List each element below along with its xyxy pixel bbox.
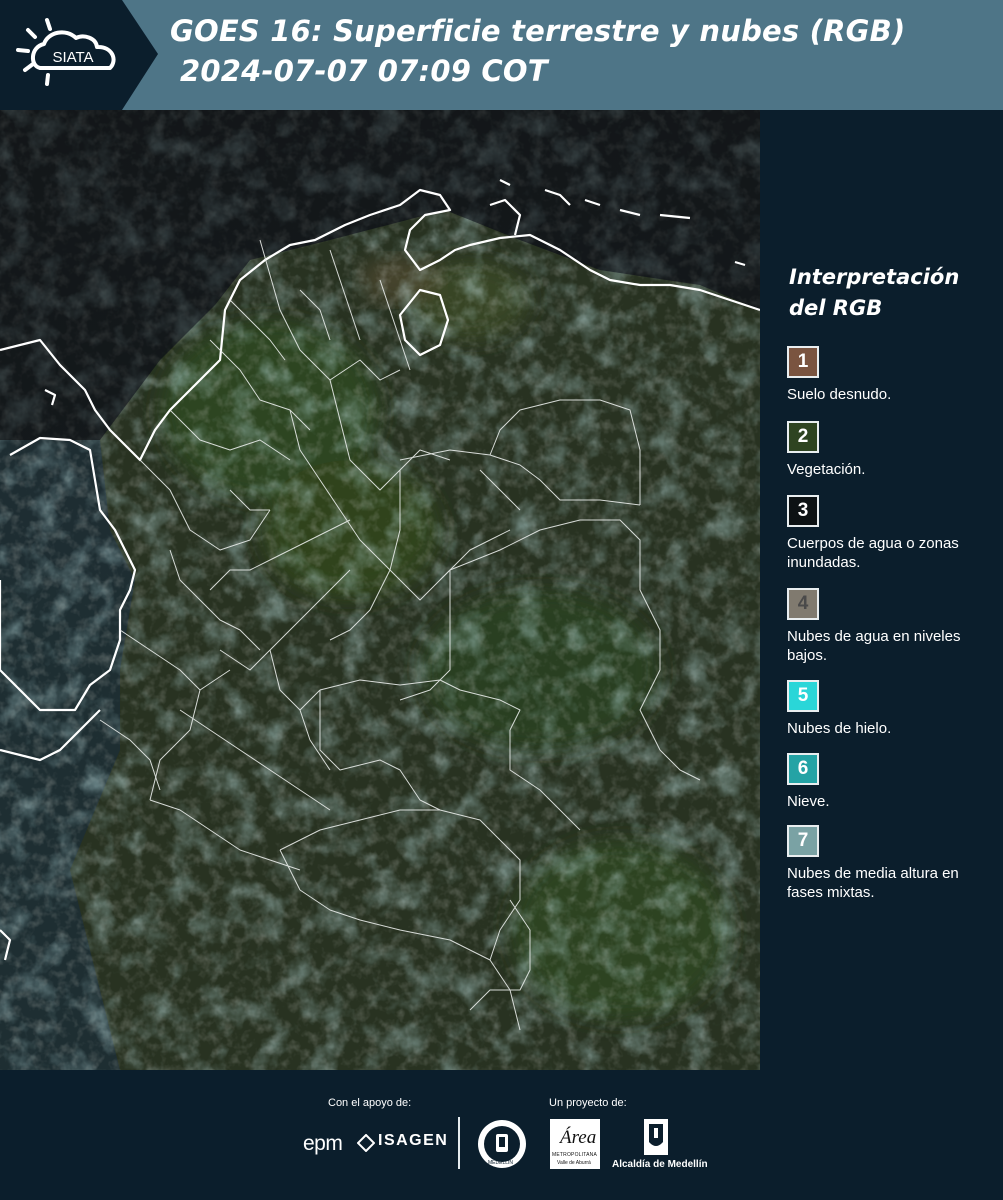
metro-logo-text: Área	[560, 1127, 597, 1148]
area-metropolitana-logo: Área METROPOLITANA Valle de Aburrá	[550, 1119, 600, 1169]
satellite-image	[0, 110, 760, 1070]
legend-label: Nubes de media altura en fases mixtas.	[787, 865, 959, 901]
legend-item-2: 2 Vegetación.	[787, 421, 997, 479]
header-bar: SIATA GOES 16: Superficie terrestre y nu…	[0, 0, 1003, 110]
legend-title: Interpretación del RGB	[789, 265, 960, 320]
legend-swatch: 2	[787, 421, 819, 453]
page-title: GOES 16: Superficie terrestre y nubes (R…	[170, 14, 906, 48]
legend-item-4: 4 Nubes de agua en niveles bajos.	[787, 588, 997, 665]
legend-item-1: 1 Suelo desnudo.	[787, 346, 997, 404]
epm-logo: epm	[303, 1132, 343, 1155]
legend-swatch: 7	[787, 825, 819, 857]
legend-swatch: 4	[787, 588, 819, 620]
siata-logo-area: SIATA	[0, 0, 158, 110]
siata-logo-icon: SIATA	[0, 0, 158, 110]
legend-item-5: 5 Nubes de hielo.	[787, 680, 997, 738]
legend-swatch: 1	[787, 346, 819, 378]
legend-label: Vegetación.	[787, 461, 866, 478]
isagen-logo: ISAGEN	[378, 1132, 449, 1149]
support-caption: Con el apoyo de:	[328, 1097, 412, 1109]
legend-label: Nieve.	[787, 793, 830, 810]
legend-item-7: 7 Nubes de media altura en fases mixtas.	[787, 825, 997, 902]
legend-label: Cuerpos de agua o zonas inundadas.	[787, 535, 959, 571]
alcaldia-label: Alcaldía de Medellín	[612, 1159, 708, 1170]
legend-item-6: 6 Nieve.	[787, 753, 997, 811]
legend-swatch: 6	[787, 753, 819, 785]
metro-subtext: METROPOLITANA	[552, 1152, 598, 1158]
project-caption: Un proyecto de:	[549, 1097, 627, 1109]
legend-label: Suelo desnudo.	[787, 386, 892, 403]
timestamp-subtitle: 2024-07-07 07:09 COT	[180, 54, 548, 88]
seal-text: MEDELLÍN	[488, 1160, 514, 1166]
legend-item-3: 3 Cuerpos de agua o zonas inundadas.	[787, 495, 997, 572]
legend-panel: Interpretación del RGB 1 Suelo desnudo. …	[760, 110, 1003, 1070]
isagen-mark-icon	[357, 1134, 375, 1152]
siata-logo-text: SIATA	[52, 49, 93, 66]
legend-swatch: 5	[787, 680, 819, 712]
satellite-map	[0, 110, 760, 1070]
footer-divider	[458, 1117, 460, 1169]
legend-label: Nubes de hielo.	[787, 720, 892, 737]
legend-swatch: 3	[787, 495, 819, 527]
legend-label: Nubes de agua en niveles bajos.	[787, 628, 961, 664]
metro-subtext2: Valle de Aburrá	[557, 1160, 591, 1166]
alcaldia-shield-icon	[644, 1119, 668, 1155]
